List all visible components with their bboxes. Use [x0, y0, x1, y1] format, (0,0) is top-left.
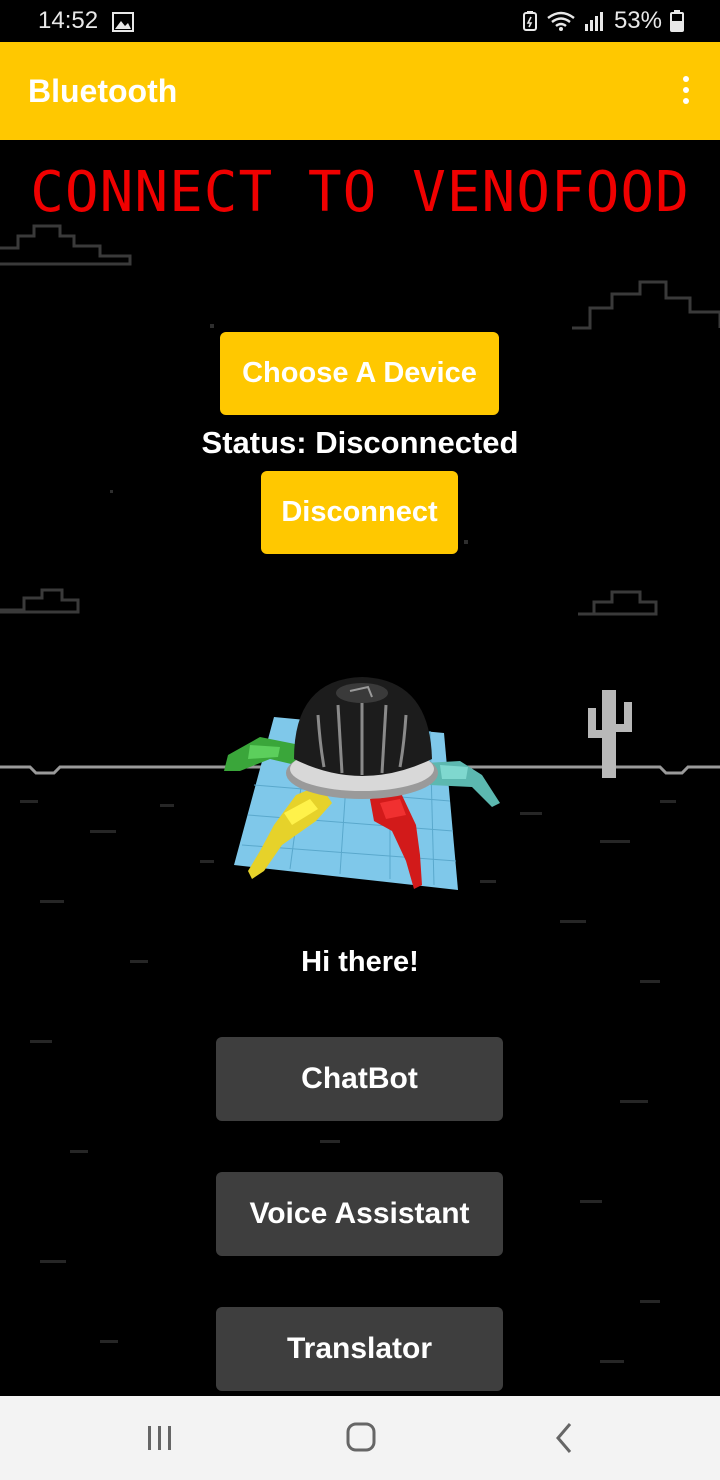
- greeting-text: Hi there!: [301, 946, 419, 978]
- battery-saver-icon: [522, 10, 538, 32]
- cloud-shape: [572, 280, 720, 330]
- battery-icon: [670, 10, 684, 32]
- gallery-icon: [112, 11, 134, 39]
- main-content: CONNECT TO VENOFOOD Choose A Device Stat…: [0, 140, 720, 1396]
- disconnect-button[interactable]: Disconnect: [261, 471, 458, 554]
- cloud-shape: [578, 590, 658, 616]
- cloud-shape: [0, 224, 132, 266]
- battery-percent: 53%: [613, 7, 662, 34]
- app-title: Bluetooth: [28, 73, 178, 109]
- cloud-shape: [0, 588, 80, 614]
- navigation-bar: [0, 1396, 720, 1480]
- connection-status: Status: Disconnected: [201, 425, 519, 460]
- translator-button[interactable]: Translator: [216, 1307, 503, 1391]
- status-bar: 14:52 53%: [0, 0, 720, 42]
- status-time: 14:52: [38, 7, 99, 34]
- choose-device-button[interactable]: Choose A Device: [220, 332, 499, 415]
- cactus-icon: [588, 690, 632, 778]
- back-icon[interactable]: [534, 1418, 594, 1458]
- status-icons: 53%: [522, 7, 684, 35]
- wifi-icon: [546, 10, 576, 32]
- chatbot-button[interactable]: ChatBot: [216, 1037, 503, 1121]
- app-bar: Bluetooth: [0, 42, 720, 140]
- voice-assistant-button[interactable]: Voice Assistant: [216, 1172, 503, 1256]
- overflow-menu-icon[interactable]: [680, 76, 692, 108]
- signal-icon: [584, 10, 606, 32]
- robot-image: [224, 677, 500, 890]
- page-headline: CONNECT TO VENOFOOD: [30, 160, 690, 225]
- home-icon[interactable]: [331, 1418, 391, 1458]
- recents-icon[interactable]: [130, 1418, 190, 1458]
